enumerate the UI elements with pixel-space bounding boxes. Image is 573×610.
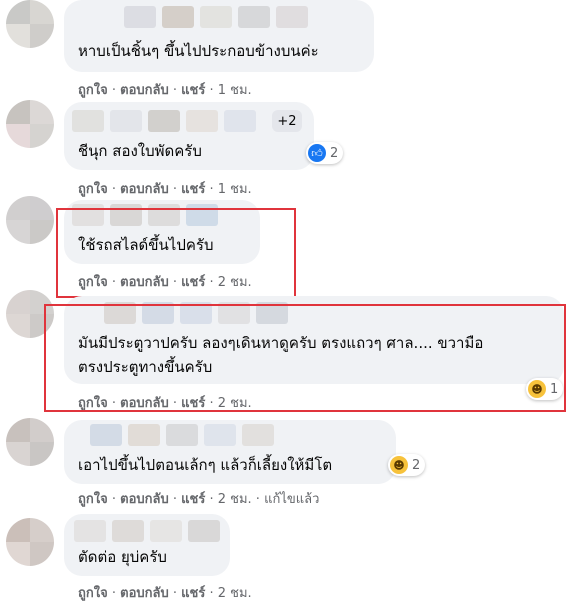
reaction-count[interactable]: ☻ 2 [388,454,426,476]
comment-text: หาบเป็นชิ้นๆ ขึ้นไปประกอบข้างบนค่ะ [78,42,319,60]
more-replies-tag[interactable]: +2 [272,110,302,132]
author-name[interactable] [124,6,308,30]
avatar[interactable] [6,0,54,48]
avatar[interactable] [6,196,54,244]
comment-actions: ถูกใจ · ตอบกลับ · แชร์ · 1 ชม. [78,182,252,197]
comment-bubble: หาบเป็นชิ้นๆ ขึ้นไปประกอบข้างบนค่ะ [64,0,374,72]
reply-action[interactable]: ตอบกลับ [120,492,169,507]
comment-text: ตัดต่อ ยุบ่ครับ [78,548,167,566]
avatar[interactable] [6,100,54,148]
author-name[interactable] [72,110,256,134]
haha-icon: ☻ [390,456,408,474]
like-action[interactable]: ถูกใจ [78,492,108,507]
comment-bubble: ตัดต่อ ยุบ่ครับ [64,514,230,576]
author-name[interactable] [74,520,220,544]
timestamp[interactable]: 2 ชม. [218,586,252,601]
timestamp[interactable]: 2 ชม. [218,492,252,507]
like-action[interactable]: ถูกใจ [78,182,108,197]
edited-label[interactable]: แก้ไขแล้ว [264,492,319,507]
comment-text: ชีนุก สองใบพัดครับ [78,142,202,160]
author-name[interactable] [90,424,274,448]
reply-action[interactable]: ตอบกลับ [120,586,169,601]
like-icon: 👍︎ [308,144,326,162]
timestamp[interactable]: 1 ชม. [218,182,252,197]
timestamp[interactable]: 1 ชม. [218,83,252,98]
comment-actions: ถูกใจ · ตอบกลับ · แชร์ · 2 ชม. · แก้ไขแล… [78,492,320,507]
reply-action[interactable]: ตอบกลับ [120,182,169,197]
highlight-box [56,208,296,298]
reaction-count[interactable]: 👍︎ 2 [306,142,344,164]
share-action[interactable]: แชร์ [181,586,205,601]
comment-bubble: +2 ชีนุก สองใบพัดครับ [64,102,314,170]
comment-text: เอาไปขึ้นไปตอนเล้กๆ แล้วก็เลี้ยงให้มีโต [78,456,333,474]
avatar[interactable] [6,418,54,466]
share-action[interactable]: แชร์ [181,492,205,507]
comment-actions: ถูกใจ · ตอบกลับ · แชร์ · 1 ชม. [78,83,252,98]
avatar[interactable] [6,518,54,566]
like-action[interactable]: ถูกใจ [78,83,108,98]
share-action[interactable]: แชร์ [181,182,205,197]
share-action[interactable]: แชร์ [181,83,205,98]
comment-actions: ถูกใจ · ตอบกลับ · แชร์ · 2 ชม. [78,586,252,601]
highlight-box [44,304,566,412]
reply-action[interactable]: ตอบกลับ [120,83,169,98]
like-action[interactable]: ถูกใจ [78,586,108,601]
comment-bubble: เอาไปขึ้นไปตอนเล้กๆ แล้วก็เลี้ยงให้มีโต [64,420,396,484]
